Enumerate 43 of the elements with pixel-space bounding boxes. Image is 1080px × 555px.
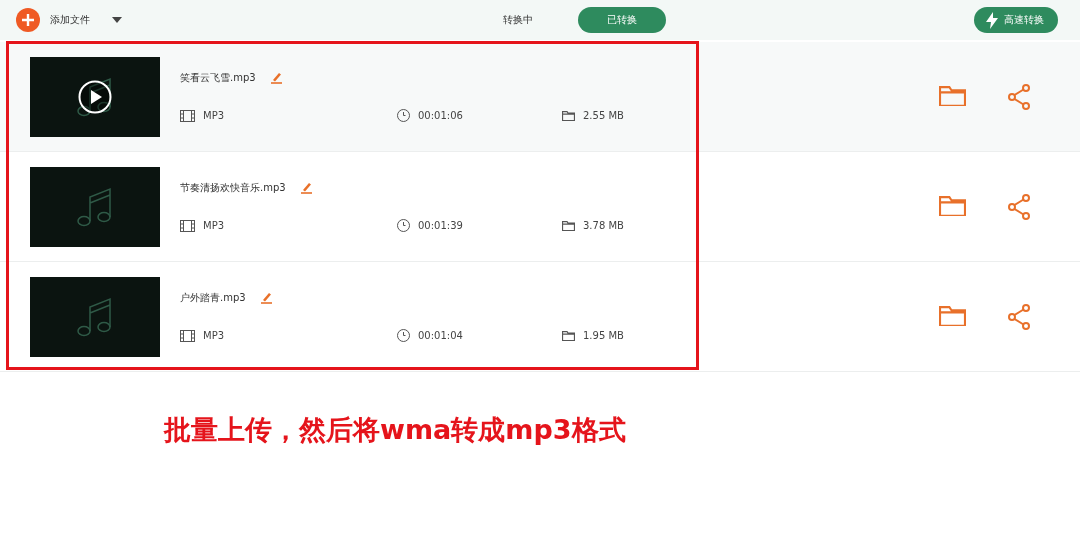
play-icon[interactable] <box>78 79 112 114</box>
film-icon <box>180 109 195 122</box>
format-text: MP3 <box>203 330 225 341</box>
tab[interactable]: 转换中 <box>474 7 562 33</box>
share-icon <box>1008 83 1030 110</box>
folder-icon <box>562 329 575 341</box>
file-row[interactable]: 笑看云飞雪.mp3 MP3 00:01:06 2.55 MB <box>0 42 1080 152</box>
share-button[interactable] <box>1008 193 1030 220</box>
share-icon <box>1008 193 1030 220</box>
duration-text: 00:01:39 <box>418 220 463 231</box>
share-button[interactable] <box>1008 303 1030 330</box>
folder-icon <box>562 109 575 121</box>
file-name: 户外踏青.mp3 <box>180 291 246 305</box>
clock-icon <box>397 109 410 122</box>
size-text: 1.95 MB <box>583 330 624 341</box>
clock-icon <box>397 329 410 342</box>
format-text: MP3 <box>203 220 225 231</box>
lightning-icon <box>986 11 998 29</box>
folder-icon <box>939 83 966 107</box>
film-icon <box>180 329 195 342</box>
folder-icon <box>939 193 966 217</box>
annotation-caption: 批量上传，然后将wma转成mp3格式 <box>164 413 626 447</box>
duration-text: 00:01:04 <box>418 330 463 341</box>
folder-icon <box>562 219 575 231</box>
plus-icon <box>16 8 40 32</box>
edit-icon[interactable] <box>269 72 283 84</box>
duration-text: 00:01:06 <box>418 110 463 121</box>
folder-icon <box>939 303 966 327</box>
edit-icon[interactable] <box>299 182 313 194</box>
format-text: MP3 <box>203 110 225 121</box>
edit-icon[interactable] <box>259 292 273 304</box>
share-button[interactable] <box>1008 83 1030 110</box>
file-name: 节奏清扬欢快音乐.mp3 <box>180 181 286 195</box>
dropdown-caret-icon[interactable] <box>112 17 122 23</box>
clock-icon <box>397 219 410 232</box>
file-name: 笑看云飞雪.mp3 <box>180 71 256 85</box>
size-text: 3.78 MB <box>583 220 624 231</box>
size-text: 2.55 MB <box>583 110 624 121</box>
tab[interactable]: 已转换 <box>578 7 666 33</box>
add-file-button[interactable]: 添加文件 <box>16 8 90 32</box>
film-icon <box>180 219 195 232</box>
share-icon <box>1008 303 1030 330</box>
fast-convert-button[interactable]: 高速转换 <box>974 7 1058 33</box>
